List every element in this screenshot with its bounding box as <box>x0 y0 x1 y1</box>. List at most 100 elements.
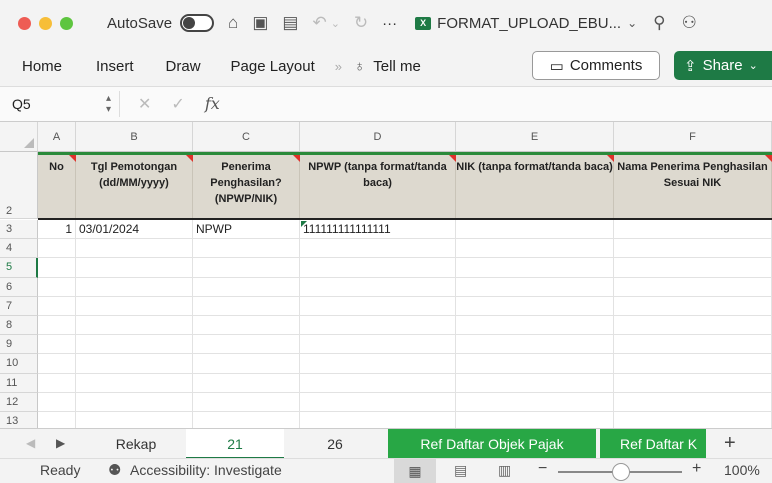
cell-c5[interactable] <box>193 258 300 278</box>
sheet-tab-26[interactable]: 26 <box>284 429 386 459</box>
column-header-a[interactable]: A <box>38 122 76 152</box>
tab-insert[interactable]: Insert <box>96 58 134 75</box>
row-header-6[interactable]: 6 <box>0 277 38 297</box>
sheet-tab-ref-daftar-k[interactable]: Ref Daftar K <box>600 429 706 459</box>
cell-f6[interactable] <box>614 277 772 297</box>
zoom-slider-handle[interactable] <box>612 463 630 481</box>
header-cell-d[interactable]: NPWP (tanpa format/tanda baca) <box>300 152 456 219</box>
cell-e3[interactable] <box>456 220 614 240</box>
cell-d3[interactable]: 111111111111111 <box>300 220 456 240</box>
page-break-view-icon[interactable]: ▥ <box>498 462 511 479</box>
cell-a9[interactable] <box>38 335 76 355</box>
column-header-f[interactable]: F <box>614 122 772 152</box>
search-icon[interactable]: ⚲ <box>653 13 665 33</box>
column-header-e[interactable]: E <box>456 122 614 152</box>
cell-a4[interactable] <box>38 239 76 259</box>
row-header-9[interactable]: 9 <box>0 335 38 355</box>
sheet-tab-ref-daftar-objek-pajak[interactable]: Ref Daftar Objek Pajak <box>388 429 596 459</box>
cell-e6[interactable] <box>456 277 614 297</box>
select-all-corner[interactable] <box>0 122 38 152</box>
more-commands-button[interactable]: ··· <box>382 15 397 32</box>
normal-view-icon[interactable]: ▦ <box>394 459 436 483</box>
cell-e13[interactable] <box>456 412 614 428</box>
cell-d11[interactable] <box>300 373 456 393</box>
header-cell-e[interactable]: NIK (tanpa format/tanda baca) <box>456 152 614 219</box>
sheet-tab-rekap[interactable]: Rekap <box>86 429 186 459</box>
zoom-in-button[interactable]: + <box>692 460 701 478</box>
cell-e7[interactable] <box>456 296 614 316</box>
header-cell-a[interactable]: No <box>38 152 76 219</box>
cell-e12[interactable] <box>456 392 614 412</box>
cell-b13[interactable] <box>76 412 193 428</box>
chevron-down-icon[interactable]: ⌄ <box>627 16 637 30</box>
comment-indicator[interactable] <box>69 155 76 162</box>
cell-d6[interactable] <box>300 277 456 297</box>
cell-c8[interactable] <box>193 316 300 336</box>
undo-dropdown-icon[interactable]: ⌄ <box>331 17 340 30</box>
row-header-11[interactable]: 11 <box>0 373 38 393</box>
cell-d10[interactable] <box>300 354 456 374</box>
cell-a7[interactable] <box>38 296 76 316</box>
row-header-8[interactable]: 8 <box>0 316 38 336</box>
comment-indicator[interactable] <box>186 155 193 162</box>
cell-f10[interactable] <box>614 354 772 374</box>
function-icon[interactable]: fx <box>205 94 220 114</box>
comments-button[interactable]: ▭ Comments <box>532 51 660 80</box>
page-layout-view-icon[interactable]: ▤ <box>454 462 467 479</box>
cell-b10[interactable] <box>76 354 193 374</box>
cell-f4[interactable] <box>614 239 772 259</box>
undo-icon[interactable]: ↶ <box>312 13 326 33</box>
file-name[interactable]: FORMAT_UPLOAD_EBU... <box>437 15 621 32</box>
cell-c9[interactable] <box>193 335 300 355</box>
accessibility-status[interactable]: Accessibility: Investigate <box>130 462 282 478</box>
comment-indicator[interactable] <box>449 155 456 162</box>
prev-sheet-icon[interactable]: ◀ <box>26 436 35 450</box>
cell-f12[interactable] <box>614 392 772 412</box>
save-icon[interactable]: ▣ <box>252 13 268 33</box>
column-header-c[interactable]: C <box>193 122 300 152</box>
cell-a11[interactable] <box>38 373 76 393</box>
autosave-toggle[interactable] <box>180 14 215 32</box>
cell-c10[interactable] <box>193 354 300 374</box>
cell-a12[interactable] <box>38 392 76 412</box>
cell-d7[interactable] <box>300 296 456 316</box>
cell-e10[interactable] <box>456 354 614 374</box>
comment-indicator[interactable] <box>293 155 300 162</box>
row-header-12[interactable]: 12 <box>0 392 38 412</box>
cell-b7[interactable] <box>76 296 193 316</box>
stepper-icon[interactable]: ▴ ▾ <box>106 93 111 115</box>
cell-b9[interactable] <box>76 335 193 355</box>
redo-icon[interactable]: ↻ <box>354 13 368 33</box>
row-header-13[interactable]: 13 <box>0 412 38 428</box>
cell-b12[interactable] <box>76 392 193 412</box>
cell-c12[interactable] <box>193 392 300 412</box>
column-header-b[interactable]: B <box>76 122 193 152</box>
cell-c7[interactable] <box>193 296 300 316</box>
cell-b6[interactable] <box>76 277 193 297</box>
add-sheet-button[interactable]: + <box>724 432 736 455</box>
row-header-4[interactable]: 4 <box>0 239 38 259</box>
cell-c3[interactable]: NPWP <box>193 220 300 240</box>
cell-a8[interactable] <box>38 316 76 336</box>
cell-e9[interactable] <box>456 335 614 355</box>
row-header-5[interactable]: 5 <box>0 258 38 278</box>
row-header-3[interactable]: 3 <box>0 220 38 240</box>
cell-e5[interactable] <box>456 258 614 278</box>
column-header-d[interactable]: D <box>300 122 456 152</box>
zoom-window-button[interactable] <box>60 16 73 30</box>
cell-d4[interactable] <box>300 239 456 259</box>
comment-indicator[interactable] <box>765 155 772 162</box>
header-cell-b[interactable]: Tgl Pemotongan (dd/MM/yyyy) <box>76 152 193 219</box>
cell-f3[interactable] <box>614 220 772 240</box>
cell-c4[interactable] <box>193 239 300 259</box>
share-button[interactable]: ⇪ Share ⌄ <box>674 51 772 80</box>
zoom-level[interactable]: 100% <box>724 462 760 478</box>
next-sheet-icon[interactable]: ▶ <box>56 436 65 450</box>
sheet-tab-21[interactable]: 21 <box>186 429 284 459</box>
cell-a6[interactable] <box>38 277 76 297</box>
comment-indicator[interactable] <box>607 155 614 162</box>
spreadsheet-grid[interactable]: A B C D E F 2 No Tgl Pemotongan (dd/MM/yyyy) Pene… <box>0 122 772 428</box>
tab-draw[interactable]: Draw <box>166 58 201 75</box>
tab-page-layout[interactable]: Page Layout <box>231 58 315 75</box>
cell-e11[interactable] <box>456 373 614 393</box>
